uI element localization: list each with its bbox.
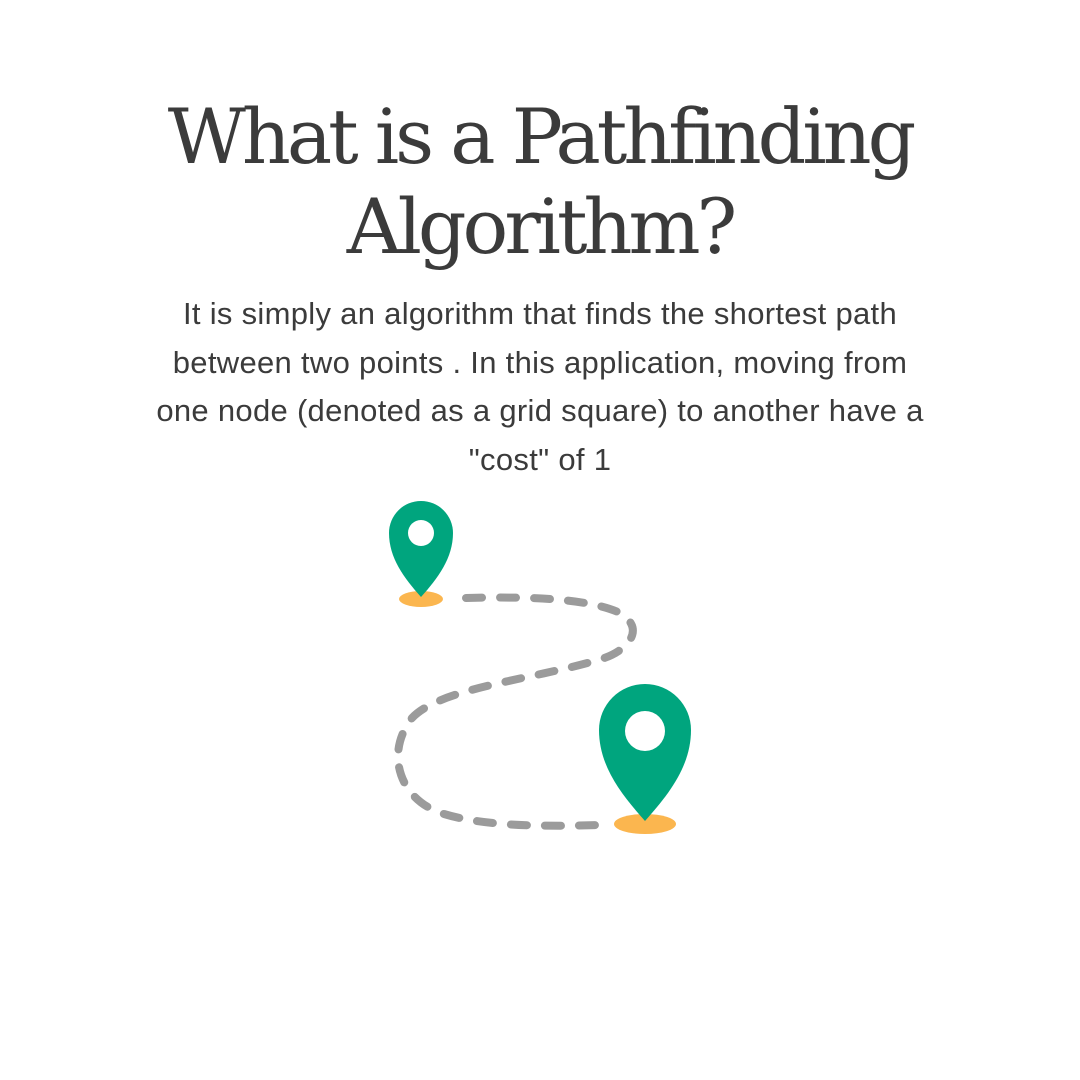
map-pin-icon xyxy=(599,684,691,821)
path-illustration xyxy=(389,501,691,834)
start-pin-group xyxy=(389,501,453,607)
slide: What is a Pathfinding Algorithm? It is s… xyxy=(0,0,1080,1080)
dashed-route-path xyxy=(394,593,637,830)
map-pin-icon xyxy=(389,501,453,597)
end-pin-group xyxy=(599,684,691,834)
